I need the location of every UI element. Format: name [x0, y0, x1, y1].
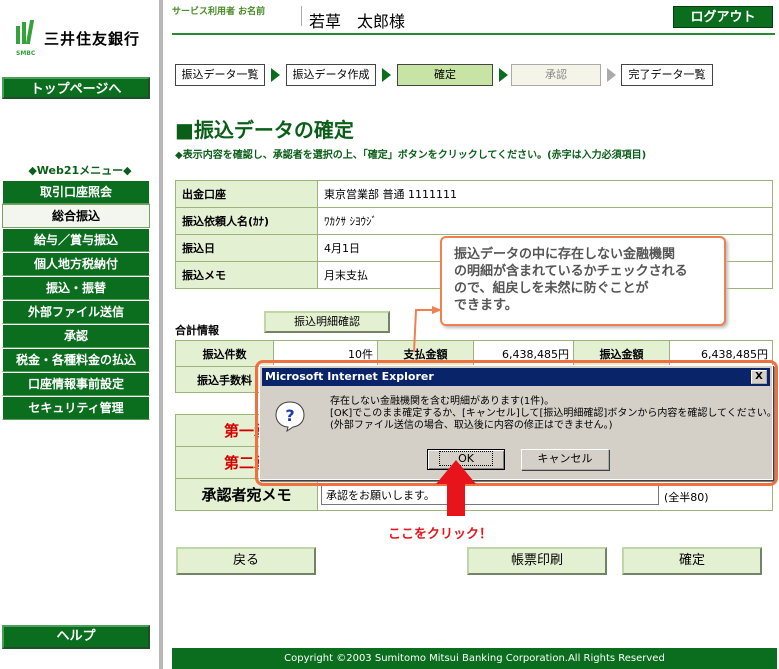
- requester-name-value: ﾜｶｸｻ ｼﾖｳｼﾞ: [317, 207, 773, 235]
- dialog-titlebar: Microsoft Internet Explorer X: [262, 368, 770, 386]
- debit-account-value: 東京営業部 普通 1111111: [317, 180, 773, 208]
- confirm-dialog: Microsoft Internet Explorer X ? 存在しない金融機…: [259, 365, 777, 480]
- footer-copyright: Copyright ©2003 Sumitomo Mitsui Banking …: [172, 648, 777, 669]
- memo-length-hint: (全半80): [664, 491, 709, 504]
- step-approve: 承認: [511, 64, 601, 86]
- summary-heading: 合計情報: [175, 324, 219, 337]
- user-name: 若草 太郎様: [309, 12, 406, 31]
- transfer-date-label: 振込日: [175, 234, 318, 262]
- dialog-cancel-button[interactable]: キャンセル: [521, 449, 609, 470]
- web21-menu-heading: ◆Web21メニュー◆: [28, 164, 132, 177]
- dialog-message: 存在しない金融機関を含む明細があります(1件)。 [OK]でこのまま確定するか、…: [330, 396, 777, 432]
- callout-line: できます。: [454, 298, 518, 313]
- bank-sub: SMBC: [16, 50, 36, 57]
- menu-item-tax-payment[interactable]: 税金・各種料金の払込: [2, 348, 150, 372]
- sidebar: 三井住友銀行 SMBC トップページへ ◆Web21メニュー◆ 取引口座照会 総…: [0, 0, 160, 669]
- transfer-detail-check-button[interactable]: 振込明細確認: [264, 311, 390, 333]
- callout-line: ので、組戻しを未然に防ぐことが: [454, 281, 649, 296]
- menu-item-bulk-transfer[interactable]: 総合振込: [2, 204, 150, 228]
- requester-name-label: 振込依頼人名(ｶﾅ): [175, 207, 318, 235]
- step-arrow-icon: [382, 68, 391, 82]
- header-rule: [172, 33, 775, 35]
- menu-item-security[interactable]: セキュリティ管理: [2, 396, 150, 420]
- approver-memo-input[interactable]: [321, 485, 659, 505]
- step-complete-list: 完了データ一覧: [621, 64, 713, 86]
- dialog-title: Microsoft Internet Explorer: [265, 370, 434, 383]
- dialog-message-line: (外部ファイル送信の場合、取込後に内容の修正はできません。): [330, 420, 613, 431]
- svg-text:?: ?: [285, 406, 294, 425]
- callout-line: 振込データの中に存在しない金融機関: [454, 247, 676, 262]
- step-transfer-list: 振込データ一覧: [175, 64, 265, 86]
- dialog-close-button[interactable]: X: [751, 370, 767, 384]
- help-button[interactable]: ヘルプ: [2, 625, 150, 649]
- back-button[interactable]: 戻る: [176, 547, 316, 575]
- menu-item-account-inquiry[interactable]: 取引口座照会: [2, 180, 150, 204]
- page-title: ■振込データの確定: [175, 118, 354, 142]
- menu-item-approval[interactable]: 承認: [2, 324, 150, 348]
- dialog-message-line: [OK]でこのまま確定するか、[キャンセル]して[振込明細確認]ボタンから内容を…: [330, 408, 777, 419]
- question-icon: ?: [275, 401, 305, 432]
- debit-account-label: 出金口座: [175, 180, 318, 208]
- user-label: サービス利用者 お名前: [172, 7, 266, 17]
- click-arrow-icon: [436, 460, 476, 516]
- menu-item-payroll-transfer[interactable]: 給与／賞与振込: [2, 228, 150, 252]
- table-row: 出金口座 東京営業部 普通 1111111: [175, 180, 773, 208]
- web21-menu: 取引口座照会 総合振込 給与／賞与振込 個人地方税納付 振込・振替 外部ファイル…: [2, 180, 150, 420]
- step-create: 振込データ作成: [286, 64, 376, 86]
- bank-name: 三井住友銀行: [44, 30, 141, 48]
- step-arrow-icon: [499, 68, 508, 82]
- confirm-button[interactable]: 確定: [622, 547, 762, 575]
- step-confirm: 確定: [397, 64, 493, 86]
- smbc-logo: 三井住友銀行 SMBC: [14, 18, 154, 62]
- top-page-button[interactable]: トップページへ: [2, 77, 150, 99]
- step-arrow-icon: [607, 68, 616, 82]
- menu-item-transfer[interactable]: 振込・振替: [2, 276, 150, 300]
- logout-button[interactable]: ログアウト: [673, 6, 773, 28]
- click-here-label: ここをクリック！: [388, 527, 493, 542]
- help-callout: 振込データの中に存在しない金融機関 の明細が含まれているかチェックされる ので、…: [440, 236, 726, 326]
- dialog-message-line: 存在しない金融機関を含む明細があります(1件)。: [330, 396, 555, 407]
- menu-item-local-tax[interactable]: 個人地方税納付: [2, 252, 150, 276]
- step-arrow-icon: [271, 68, 280, 82]
- callout-line: の明細が含まれているかチェックされる: [454, 264, 688, 279]
- transfer-memo-label: 振込メモ: [175, 261, 318, 289]
- menu-item-account-settings[interactable]: 口座情報事前設定: [2, 372, 150, 396]
- menu-item-file-send[interactable]: 外部ファイル送信: [2, 300, 150, 324]
- smbc-logo-icon: [16, 20, 36, 46]
- print-report-button[interactable]: 帳票印刷: [467, 547, 607, 575]
- header-separator: [301, 6, 302, 26]
- callout-pointer-icon: [413, 306, 442, 353]
- table-row: 振込依頼人名(ｶﾅ) ﾜｶｸｻ ｼﾖｳｼﾞ: [175, 207, 773, 235]
- sidebar-divider: [159, 0, 163, 669]
- page-instruction: ◆表示内容を確認し、承認者を選択の上、「確定」ボタンをクリックしてください。(赤…: [175, 150, 647, 161]
